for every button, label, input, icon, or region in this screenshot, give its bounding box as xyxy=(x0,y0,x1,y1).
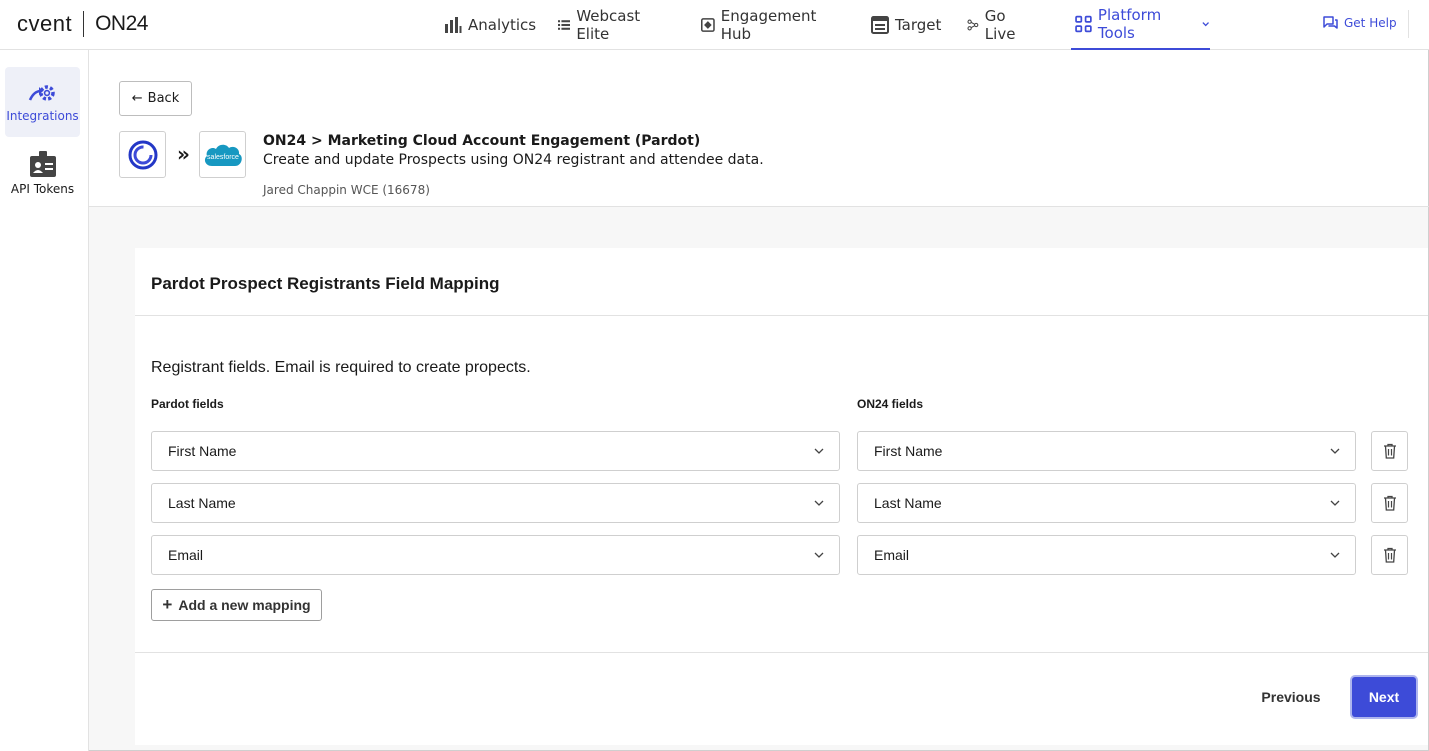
sidebar-item-api-tokens[interactable]: API Tokens xyxy=(5,150,80,220)
back-button[interactable]: ← Back xyxy=(119,81,192,116)
add-mapping-button[interactable]: + Add a new mapping xyxy=(151,589,322,621)
nav-analytics[interactable]: Analytics xyxy=(444,0,536,50)
bar-chart-icon xyxy=(445,17,462,33)
arrow-left-icon: ← xyxy=(131,91,143,106)
back-button-label: Back xyxy=(147,91,180,106)
delete-mapping-button[interactable] xyxy=(1371,483,1408,523)
engagement-hub-icon xyxy=(701,18,715,32)
on24-swirl-logo-icon xyxy=(128,140,157,169)
plus-icon: + xyxy=(162,595,173,614)
next-button[interactable]: Next xyxy=(1352,677,1416,717)
delete-mapping-button[interactable] xyxy=(1371,535,1408,575)
pardot-field-select[interactable]: Last Name xyxy=(151,483,840,523)
on24-logo-box xyxy=(119,131,166,178)
nav-platform-tools[interactable]: Platform Tools xyxy=(1071,0,1210,50)
top-navbar: cvent ON24 Analytics Webcast Elite Engag… xyxy=(0,0,1429,50)
chevron-down-icon xyxy=(814,448,824,454)
chat-bubbles-icon xyxy=(1323,16,1338,29)
card-title: Pardot Prospect Registrants Field Mappin… xyxy=(151,274,500,293)
nav-go-live-label: Go Live xyxy=(984,7,1016,43)
salesforce-logo-box: salesforce xyxy=(199,131,246,178)
nav-webcast-elite-label: Webcast Elite xyxy=(576,7,641,43)
get-help-label: Get Help xyxy=(1344,16,1397,30)
previous-button[interactable]: Previous xyxy=(1247,678,1335,716)
pardot-field-value: First Name xyxy=(168,443,237,459)
salesforce-logo-text: salesforce xyxy=(207,154,239,161)
pardot-fields-label: Pardot fields xyxy=(151,397,224,411)
chevron-down-icon xyxy=(1330,552,1340,558)
on24-logo-text: ON24 xyxy=(95,12,148,35)
nav-go-live[interactable]: Go Live xyxy=(967,0,1022,50)
on24-fields-label: ON24 fields xyxy=(857,397,924,411)
brand-divider xyxy=(83,11,85,37)
id-badge-icon xyxy=(29,151,56,177)
pardot-field-value: Last Name xyxy=(168,495,236,511)
chevron-down-icon xyxy=(1330,500,1340,506)
chevron-down-icon xyxy=(1202,22,1209,27)
nav-analytics-label: Analytics xyxy=(468,16,537,34)
on24-field-select[interactable]: Email xyxy=(857,535,1356,575)
go-live-icon xyxy=(967,19,979,31)
nav-platform-tools-label: Platform Tools xyxy=(1097,6,1162,42)
sidebar: Integrations API Tokens xyxy=(0,50,89,751)
grid-icon xyxy=(1075,15,1092,33)
get-help-link[interactable]: Get Help xyxy=(1323,0,1397,46)
field-mapping-card: Pardot Prospect Registrants Field Mappin… xyxy=(135,248,1428,745)
target-page-icon xyxy=(871,16,889,34)
on24-field-select[interactable]: First Name xyxy=(857,431,1356,471)
card-subtitle: Registrant fields. Email is required to … xyxy=(151,359,531,376)
card-divider xyxy=(135,315,1428,316)
trash-icon xyxy=(1383,547,1396,563)
nav-target-label: Target xyxy=(895,16,942,34)
integration-title: ON24 > Marketing Cloud Account Engagemen… xyxy=(263,133,701,149)
sidebar-item-api-tokens-label: API Tokens xyxy=(10,182,75,196)
sidebar-item-integrations-label: Integrations xyxy=(6,109,79,123)
delete-mapping-button[interactable] xyxy=(1371,431,1408,471)
chevron-down-icon xyxy=(814,500,824,506)
cvent-logo-text: cvent xyxy=(17,11,73,36)
add-mapping-label: Add a new mapping xyxy=(178,597,311,613)
salesforce-cloud-logo-icon: salesforce xyxy=(204,144,242,166)
card-footer-divider xyxy=(135,652,1428,653)
pardot-field-value: Email xyxy=(168,547,204,563)
nav-target[interactable]: Target xyxy=(871,0,941,50)
on24-field-value: First Name xyxy=(874,443,943,459)
on24-field-value: Email xyxy=(874,547,910,563)
chevron-down-icon xyxy=(814,552,824,558)
sidebar-item-integrations[interactable]: Integrations xyxy=(5,67,80,137)
nav-engagement-hub[interactable]: Engagement Hub xyxy=(701,0,821,50)
nav-engagement-hub-label: Engagement Hub xyxy=(720,7,817,43)
pardot-field-select[interactable]: Email xyxy=(151,535,840,575)
nav-divider xyxy=(1408,10,1409,38)
on24-field-select[interactable]: Last Name xyxy=(857,483,1356,523)
double-chevron-right-icon: » xyxy=(177,142,190,166)
pardot-field-select[interactable]: First Name xyxy=(151,431,840,471)
chevron-down-icon xyxy=(1330,448,1340,454)
trash-icon xyxy=(1383,443,1396,459)
integrations-gear-icon xyxy=(28,85,55,101)
nav-webcast-elite[interactable]: Webcast Elite xyxy=(558,0,646,50)
integration-account: Jared Chappin WCE (16678) xyxy=(263,183,430,197)
list-icon xyxy=(558,20,571,30)
on24-field-value: Last Name xyxy=(874,495,942,511)
brand-logo[interactable]: cvent ON24 xyxy=(17,10,148,38)
integration-description: Create and update Prospects using ON24 r… xyxy=(263,152,764,168)
trash-icon xyxy=(1383,495,1396,511)
